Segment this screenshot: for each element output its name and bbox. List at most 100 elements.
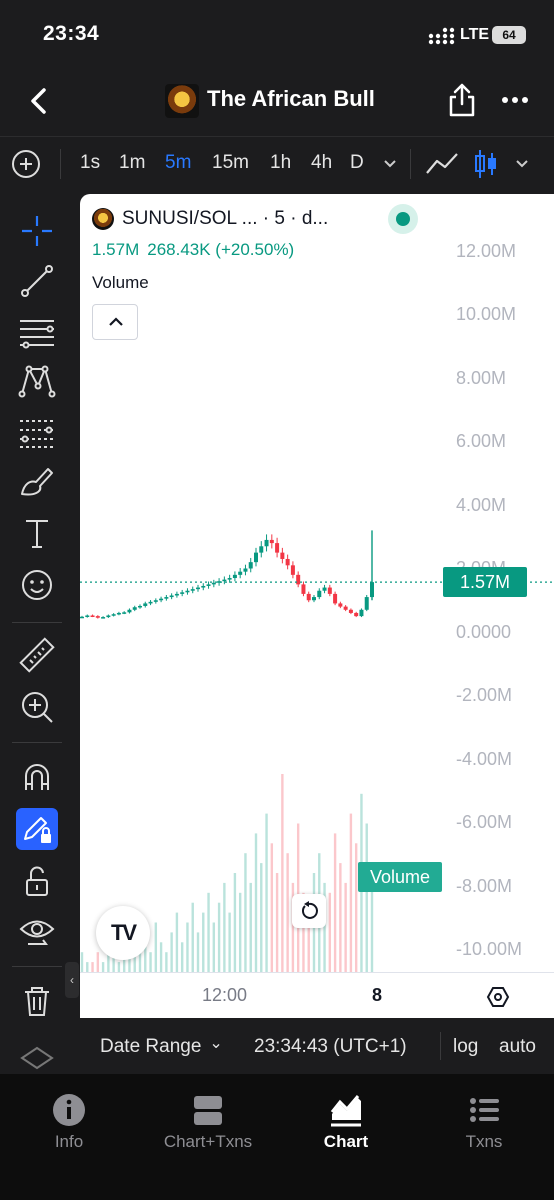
unlock-icon[interactable] (16, 860, 58, 902)
volume-tag: Volume (358, 862, 442, 892)
volume-bar (96, 952, 100, 972)
chevron-down-icon[interactable] (382, 155, 398, 171)
volume-bar (354, 843, 358, 972)
layers-icon[interactable] (16, 1042, 58, 1072)
legend-change: 268.43K (+20.50%) (147, 240, 295, 259)
lock-drawing-icon[interactable] (16, 808, 58, 850)
trash-icon[interactable] (16, 980, 58, 1022)
auto-scale-button[interactable]: auto (499, 1036, 536, 1058)
candle (333, 593, 338, 604)
candle (238, 571, 243, 575)
crosshair-icon[interactable] (16, 210, 58, 252)
candle (227, 578, 232, 580)
interval-5m[interactable]: 5m (165, 152, 191, 174)
volume-bar (202, 912, 205, 972)
price-legend: 1.57M 268.43K (+20.50%) (92, 240, 302, 260)
candle (364, 597, 369, 610)
y-axis-label: -6.00M (456, 812, 513, 832)
fib-levels-icon[interactable] (16, 410, 58, 452)
interval-d[interactable]: D (350, 152, 364, 174)
volume-bar (339, 863, 342, 972)
add-indicator-icon[interactable] (12, 150, 40, 178)
tab-chart-txns[interactable]: Chart+Txns (153, 1092, 263, 1152)
candle (232, 574, 237, 579)
interval-1m[interactable]: 1m (119, 152, 145, 174)
eye-icon[interactable] (16, 910, 58, 952)
tool-divider (12, 622, 62, 623)
candle (101, 617, 106, 619)
candle (290, 565, 295, 575)
emoji-icon[interactable] (16, 564, 58, 606)
volume-bar (249, 882, 252, 972)
y-axis-label: 8.00M (456, 368, 507, 388)
date-range-button[interactable]: Date Range (100, 1036, 223, 1058)
symbol-title: SUNUSI/SOL ... · 5 · d... (122, 208, 329, 229)
interval-toolbar: 1s 1m 5m 15m 1h 4h D (0, 136, 554, 190)
back-chevron-icon[interactable] (24, 84, 54, 118)
candle (338, 603, 343, 607)
candle (296, 574, 301, 585)
tool-divider (12, 742, 62, 743)
interval-4h[interactable]: 4h (311, 152, 332, 174)
zoom-in-icon[interactable] (16, 686, 58, 728)
text-icon[interactable] (16, 512, 58, 554)
tab-chart[interactable]: Chart (291, 1092, 401, 1152)
network-type: LTE (460, 26, 490, 43)
volume-legend[interactable]: Volume (92, 273, 149, 293)
tab-label: Txns (465, 1132, 503, 1151)
candlestick-icon[interactable] (474, 147, 498, 181)
candle (359, 609, 364, 617)
volume-bar (260, 863, 263, 972)
x-axis[interactable]: 12:00 8 (80, 972, 554, 1018)
candle (306, 593, 311, 601)
trend-line-icon[interactable] (16, 260, 58, 302)
log-scale-button[interactable]: log (453, 1036, 478, 1058)
reset-chart-button[interactable] (292, 894, 326, 928)
tab-info[interactable]: Info (14, 1092, 124, 1152)
collapse-legend-button[interactable] (92, 304, 138, 340)
interval-1h[interactable]: 1h (270, 152, 291, 174)
interval-1s[interactable]: 1s (80, 152, 100, 174)
tool-divider (12, 966, 62, 967)
magnet-icon[interactable] (16, 756, 58, 798)
horizontal-lines-icon[interactable] (16, 310, 58, 352)
y-axis-label: -2.00M (456, 685, 513, 705)
volume-bar (159, 942, 163, 972)
volume-bar (228, 912, 231, 972)
tradingview-logo[interactable]: TV (96, 906, 150, 960)
reset-icon (302, 901, 318, 919)
line-chart-icon[interactable] (424, 149, 460, 179)
axis-settings-icon[interactable] (486, 985, 510, 1009)
chevron-down-icon[interactable] (514, 155, 530, 171)
candle (285, 558, 290, 566)
pattern-icon[interactable] (16, 360, 58, 402)
candle (127, 609, 132, 613)
candle (169, 595, 174, 598)
symbol-legend[interactable]: SUNUSI/SOL ... · 5 · d... (92, 206, 328, 232)
share-icon[interactable] (447, 82, 477, 118)
ruler-icon[interactable] (16, 634, 58, 676)
volume-bar (365, 823, 368, 972)
interval-15m[interactable]: 15m (212, 152, 249, 174)
volume-bar (328, 892, 332, 972)
candle (143, 603, 148, 606)
volume-bar (101, 962, 105, 972)
candle (211, 582, 216, 585)
volume-bar (117, 962, 121, 972)
candle (259, 546, 264, 553)
candle (159, 598, 164, 601)
collapse-toolbar-button[interactable]: ‹ (65, 962, 79, 998)
more-options-icon[interactable] (500, 90, 530, 110)
tradingview-logo-text: TV (110, 920, 137, 945)
tab-txns[interactable]: Txns (429, 1092, 539, 1152)
chart-panel[interactable]: SUNUSI/SOL ... · 5 · d... 1.57M 268.43K (… (80, 194, 554, 1018)
volume-bar (233, 873, 237, 972)
x-axis-label: 12:00 (202, 985, 248, 1005)
volume-bar (349, 813, 353, 972)
candle (275, 543, 280, 553)
chart-clock[interactable]: 23:34:43 (UTC+1) (254, 1036, 407, 1058)
y-axis-label: -4.00M (456, 749, 513, 769)
brush-icon[interactable] (16, 460, 58, 502)
candle (85, 615, 90, 617)
chart-icon (330, 1095, 361, 1127)
